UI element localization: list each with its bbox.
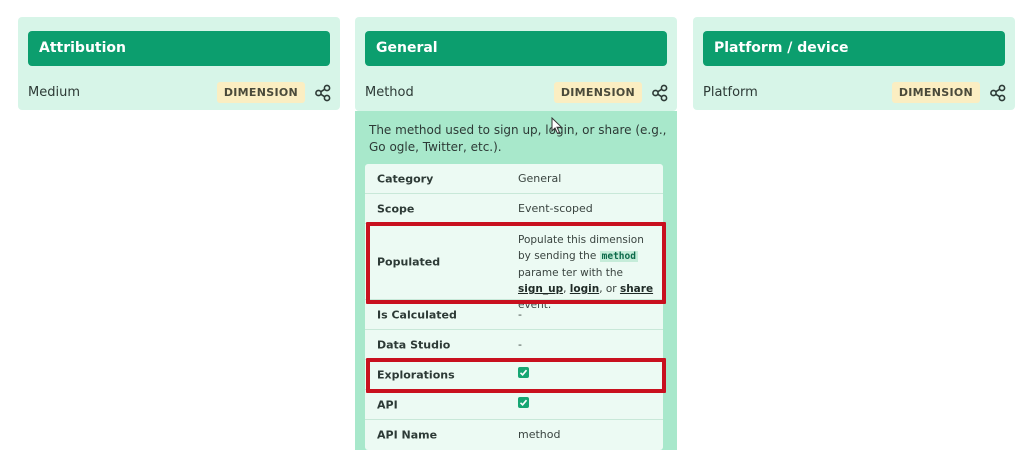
mouse-cursor-icon — [551, 117, 563, 135]
table-row-scope: Scope Event-scoped — [365, 194, 663, 224]
property-value — [518, 396, 658, 413]
share-icon[interactable] — [989, 84, 1007, 102]
dimension-name: Medium — [28, 85, 80, 100]
property-label: API Name — [377, 428, 438, 442]
table-row-is-calculated: Is Calculated - — [365, 300, 663, 330]
table-row-api: API — [365, 390, 663, 420]
property-value: - — [518, 337, 522, 351]
share-icon[interactable] — [651, 84, 669, 102]
property-label: Data Studio — [377, 338, 451, 351]
property-label: API — [377, 398, 398, 411]
dimension-row-method[interactable]: Method DIMENSION — [365, 79, 669, 107]
property-value: - — [518, 307, 522, 321]
highlight-box-explorations — [366, 358, 666, 393]
dimension-row-medium[interactable]: Medium DIMENSION — [28, 79, 332, 107]
dimension-row-platform[interactable]: Platform DIMENSION — [703, 79, 1007, 107]
table-row-api-name: API Name method — [365, 420, 663, 450]
card-general: General Method DIMENSION — [355, 17, 677, 111]
property-value: method — [518, 428, 561, 441]
card-title[interactable]: Platform / device — [703, 31, 1005, 66]
card-title[interactable]: General — [365, 31, 667, 66]
property-label: Category — [377, 172, 434, 185]
dimension-description: The method used to sign up, login, or sh… — [369, 123, 667, 154]
dimension-badge: DIMENSION — [216, 82, 305, 103]
check-icon — [518, 396, 529, 408]
card-attribution: Attribution Medium DIMENSION — [18, 17, 340, 110]
dimension-name: Platform — [703, 85, 758, 100]
card-title[interactable]: Attribution — [28, 31, 330, 66]
property-label: Is Calculated — [377, 308, 457, 321]
highlight-box-populated — [366, 222, 666, 304]
property-value: General — [518, 171, 562, 185]
property-value: Event-scoped — [518, 201, 593, 215]
dimension-badge: DIMENSION — [891, 82, 980, 103]
dimension-badge: DIMENSION — [553, 82, 642, 103]
card-platform-device: Platform / device Platform DIMENSION — [693, 17, 1015, 110]
table-row-data-studio: Data Studio - — [365, 330, 663, 360]
share-icon[interactable] — [314, 84, 332, 102]
property-label: Scope — [377, 202, 415, 215]
dimension-properties-table: Category General Scope Event-scoped Popu… — [365, 164, 663, 450]
table-row-category: Category General — [365, 164, 663, 194]
dimension-name: Method — [365, 85, 414, 100]
